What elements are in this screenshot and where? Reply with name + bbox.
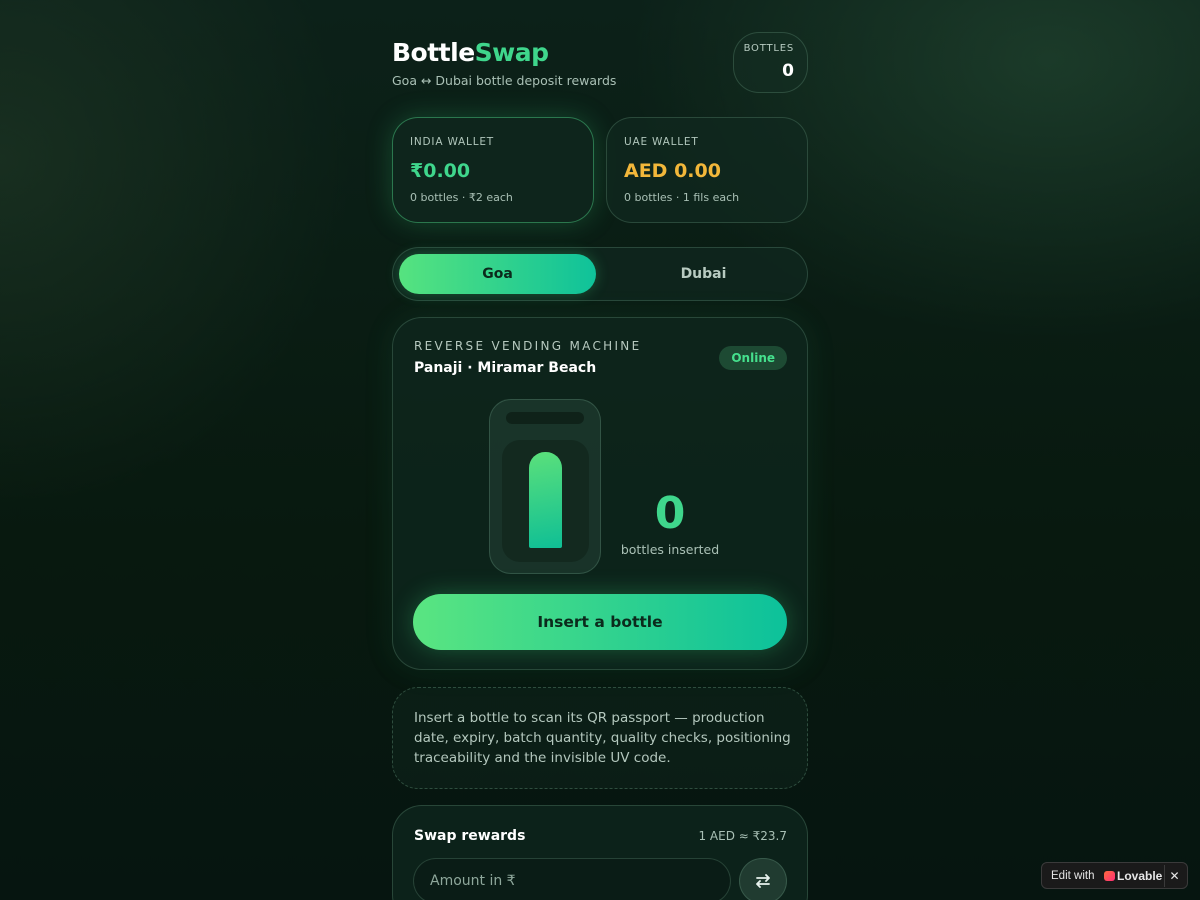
badge-brand: Lovable [1117,869,1163,883]
bottle-counter: BOTTLES 0 [733,32,808,93]
india-wallet-detail: 0 bottles · ₹2 each [410,191,513,204]
bottle-icon [529,452,562,548]
lovable-heart-icon [1104,871,1115,881]
amount-input[interactable] [413,858,731,900]
status-badge: Online [719,346,787,370]
insert-bottle-button[interactable]: Insert a bottle [413,594,787,650]
machine-location: Panaji · Miramar Beach [414,360,597,376]
india-wallet-card[interactable]: INDIA WALLET ₹0.00 0 bottles · ₹2 each [392,117,594,223]
brand-name-part2: Swap [474,38,549,67]
bottles-inserted-label: bottles inserted [620,542,720,557]
india-wallet-label: INDIA WALLET [410,136,494,148]
uae-wallet-detail: 0 bottles · 1 fils each [624,191,740,204]
bottles-inserted-count: 0 [654,488,686,539]
vending-machine-card: REVERSE VENDING MACHINE Panaji · Miramar… [392,317,808,670]
tab-dubai[interactable]: Dubai [605,254,802,294]
close-icon[interactable]: ✕ [1164,865,1184,887]
uae-wallet-card[interactable]: UAE WALLET AED 0.00 0 bottles · 1 fils e… [606,117,808,223]
machine-slot [506,412,584,424]
brand-logo: BottleSwap [392,38,549,67]
uae-wallet-amount: AED 0.00 [624,160,721,182]
brand-name-part1: Bottle [392,38,475,67]
swap-button[interactable] [739,858,787,900]
edit-with-lovable-badge[interactable]: Edit with Lovable ✕ [1041,862,1188,889]
badge-prefix: Edit with [1051,870,1095,882]
uae-wallet-label: UAE WALLET [624,136,699,148]
swap-rewards-card: Swap rewards 1 AED ≈ ₹23.7 [392,805,808,900]
swap-arrows-icon [756,874,770,888]
tab-goa[interactable]: Goa [399,254,596,294]
bottle-counter-label: BOTTLES [743,43,794,54]
machine-chamber [502,440,589,562]
india-wallet-amount: ₹0.00 [410,160,471,182]
tagline: Goa ↔ Dubai bottle deposit rewards [392,73,617,88]
machine-eyebrow: REVERSE VENDING MACHINE [414,339,642,353]
app-header: BottleSwap Goa ↔ Dubai bottle deposit re… [392,32,808,98]
info-text: Insert a bottle to scan its QR passport … [414,710,791,766]
location-toggle: Goa Dubai [392,247,808,301]
bottle-counter-value: 0 [782,61,794,81]
swap-title: Swap rewards [414,828,526,844]
info-box: Insert a bottle to scan its QR passport … [392,687,808,789]
exchange-rate: 1 AED ≈ ₹23.7 [698,829,787,843]
machine-illustration [489,399,601,574]
